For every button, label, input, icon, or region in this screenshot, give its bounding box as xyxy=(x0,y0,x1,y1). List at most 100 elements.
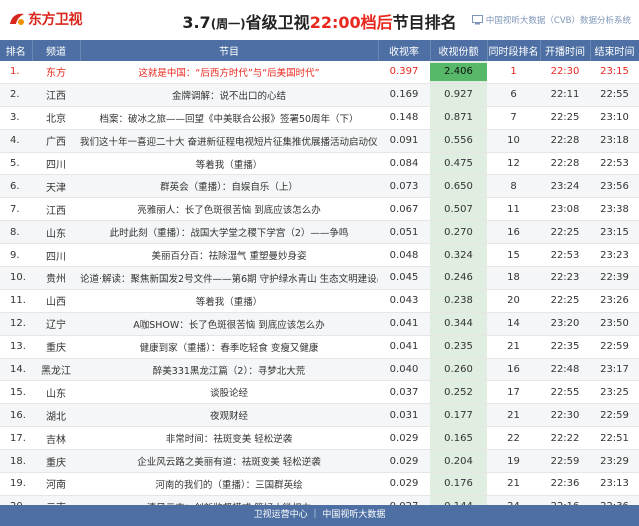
share-value: 0.871 xyxy=(444,112,473,124)
rank-cell: 4. xyxy=(0,129,32,153)
share-value: 0.650 xyxy=(444,180,473,192)
table-row: 13. 重庆 健康到家（重播）：春季吃轻食 变瘦又健康 0.041 0.235 21 22:… xyxy=(0,335,639,359)
share-value: 0.270 xyxy=(444,226,473,238)
report-header: 东方卫视 3.7(周一)省级卫视22:00档后节目排名 中国视听大数据（CVB）… xyxy=(0,0,639,40)
table-row: 19. 河南 河南的我们的（重播）：三国群英绘 0.029 0.176 21 22:36 23… xyxy=(0,472,639,496)
col-start-time-header: 开播时间 xyxy=(540,40,591,61)
rank-cell: 13. xyxy=(0,335,32,359)
slot-rank-cell: 7 xyxy=(487,106,540,130)
rating-cell: 0.043 xyxy=(378,289,430,313)
table-row: 14. 黑龙江 醉美331黑龙江篇（2）：寻梦北大荒 0.040 0.260 16 22:4… xyxy=(0,358,639,382)
title-weekday: (周一) xyxy=(210,17,246,31)
slot-rank-cell: 19 xyxy=(487,449,540,474)
rating-cell: 0.048 xyxy=(378,243,430,268)
rating-cell: 0.041 xyxy=(378,312,430,336)
channel-cell: 江西 xyxy=(32,197,80,222)
end-time-cell: 23:10 xyxy=(590,106,639,130)
share-value: 0.260 xyxy=(444,364,473,376)
table-row: 10. 贵州 论道·解读：聚焦新国发2号文件——第6期 守护绿水青山 生态文明建设出… xyxy=(0,266,639,290)
rank-cell: 11. xyxy=(0,289,32,313)
start-time-cell: 22:59 xyxy=(540,449,590,474)
end-time-cell: 23:15 xyxy=(590,220,639,245)
channel-cell: 山东 xyxy=(32,220,80,245)
channel-cell: 重庆 xyxy=(32,335,80,359)
rank-cell: 14. xyxy=(0,358,32,382)
table-row: 7. 江西 亮雅丽人：长了色斑很苦恼 到底应该怎么办 0.067 0.507 11 23:0… xyxy=(0,197,639,222)
share-cell: 0.556 xyxy=(430,129,487,153)
channel-cell: 四川 xyxy=(32,152,80,176)
channel-cell: 天津 xyxy=(32,174,80,199)
channel-cell: 山东 xyxy=(32,380,80,405)
share-cell: 0.475 xyxy=(430,152,487,176)
start-time-cell: 22:25 xyxy=(540,106,590,130)
col-slot-rank-header: 同时段排名 xyxy=(487,40,541,61)
table-row: 17. 吉林 非常时间：祛斑变美 轻松逆袭 0.029 0.165 22 22:22 22:5… xyxy=(0,426,639,451)
share-value: 0.246 xyxy=(444,272,473,284)
title-mid: 省级卫视 xyxy=(245,13,310,32)
slot-rank-cell: 17 xyxy=(487,380,540,405)
rating-cell: 0.397 xyxy=(378,61,430,84)
channel-cell: 东方 xyxy=(32,61,80,84)
start-time-cell: 22:48 xyxy=(540,358,590,382)
slot-rank-cell: 8 xyxy=(487,174,540,199)
rank-cell: 10. xyxy=(0,266,32,290)
rank-cell: 17. xyxy=(0,426,32,451)
start-time-cell: 22:30 xyxy=(540,403,590,428)
share-cell: 0.238 xyxy=(430,289,487,313)
share-cell: 0.507 xyxy=(430,197,487,222)
program-cell: 亮雅丽人：长了色斑很苦恼 到底应该怎么办 xyxy=(80,197,378,222)
program-cell: 谈股论经 xyxy=(80,380,378,405)
slot-rank-cell: 12 xyxy=(487,152,540,176)
cvb-brand: 中国视听大数据（CVB）数据分析系统 xyxy=(471,14,631,26)
col-end-time-header: 结束时间 xyxy=(590,40,639,61)
table-row: 15. 山东 谈股论经 0.037 0.252 17 22:55 23:25 xyxy=(0,380,639,405)
title-date: 3.7 xyxy=(182,13,211,32)
share-cell: 0.246 xyxy=(430,266,487,290)
share-cell: 0.165 xyxy=(430,426,487,451)
rating-cell: 0.041 xyxy=(378,335,430,359)
rank-cell: 7. xyxy=(0,197,32,222)
share-value: 0.176 xyxy=(444,478,473,490)
col-rank-header: 排名 xyxy=(0,40,33,61)
share-value: 0.927 xyxy=(444,89,473,101)
share-value: 2.406 xyxy=(444,66,473,78)
brand-text: 中国视听大数据（CVB）数据分析系统 xyxy=(485,16,631,26)
share-cell: 0.177 xyxy=(430,403,487,428)
slot-rank-cell: 14 xyxy=(487,312,540,336)
rank-cell: 6. xyxy=(0,174,32,199)
share-cell: 0.204 xyxy=(430,449,487,474)
col-program-header: 节目 xyxy=(80,40,379,61)
rating-cell: 0.045 xyxy=(378,266,430,290)
col-rating-header: 收视率 xyxy=(378,40,431,61)
share-cell: 0.252 xyxy=(430,380,487,405)
end-time-cell: 23:18 xyxy=(590,129,639,153)
rank-cell: 19. xyxy=(0,472,32,496)
rating-cell: 0.091 xyxy=(378,129,430,153)
slot-rank-cell: 15 xyxy=(487,243,540,268)
slot-rank-cell: 20 xyxy=(487,289,540,313)
channel-cell: 重庆 xyxy=(32,449,80,474)
table-body: 1. 东方 这就是中国：“后西方时代”与“后美国时代” 0.397 2.406 1 22:3… xyxy=(0,61,639,519)
table-row: 4.广西我们这十年一喜迎二十大 奋进新征程电视短片征集推优展播活动启动仪式（重播… xyxy=(0,129,639,153)
rating-cell: 0.067 xyxy=(378,197,430,222)
table-row: 16. 湖北 夜观财经 0.031 0.177 21 22:30 22:59 xyxy=(0,403,639,428)
end-time-cell: 23:13 xyxy=(590,472,639,496)
end-time-cell: 23:25 xyxy=(590,380,639,405)
program-cell: 等着我（重播） xyxy=(80,152,378,176)
program-cell: 等着我（重播） xyxy=(80,289,378,313)
table-row: 6. 天津 群英会（重播）：自娱自乐（上） 0.073 0.650 8 23:24 23:56 xyxy=(0,174,639,199)
end-time-cell: 23:17 xyxy=(590,358,639,382)
end-time-cell: 22:51 xyxy=(590,426,639,451)
program-cell: 河南的我们的（重播）：三国群英绘 xyxy=(80,472,378,496)
table-row: 3. 北京 档案：破冰之旅——回望《中美联合公报》签署50周年（下） 0.148 0.8… xyxy=(0,106,639,130)
share-value: 0.344 xyxy=(444,318,473,330)
share-cell: 0.927 xyxy=(430,83,487,107)
table-row: 5. 四川 等着我（重播） 0.084 0.475 12 22:28 22:53 xyxy=(0,152,639,176)
rating-cell: 0.029 xyxy=(378,426,430,451)
channel-cell: 吉林 xyxy=(32,426,80,451)
rating-cell: 0.031 xyxy=(378,403,430,428)
program-cell: 美丽百分百：祛除湿气 重塑曼妙身姿 xyxy=(80,243,378,268)
rating-cell: 0.040 xyxy=(378,358,430,382)
slot-rank-cell: 21 xyxy=(487,403,540,428)
program-cell: 健康到家（重播）：春季吃轻食 变瘦又健康 xyxy=(80,335,378,359)
